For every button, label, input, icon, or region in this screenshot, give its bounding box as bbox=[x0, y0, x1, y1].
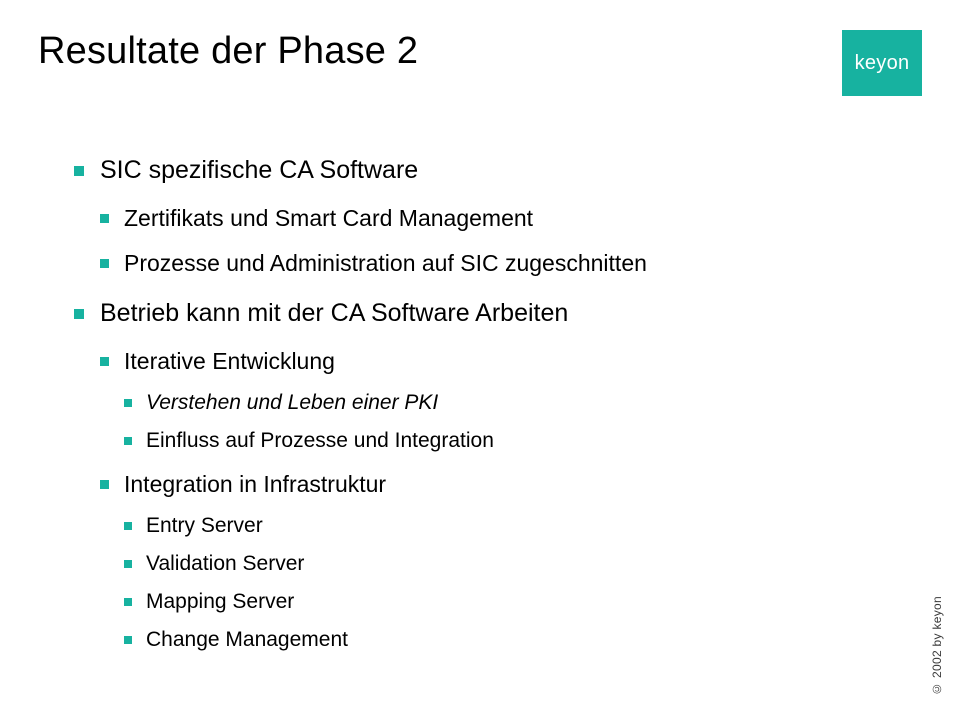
list-item: Verstehen und Leben einer PKI bbox=[124, 391, 922, 415]
list-item: Change Management bbox=[124, 628, 922, 652]
bullet-text: Betrieb kann mit der CA Software Arbeite… bbox=[100, 299, 568, 327]
list-item: Integration in Infrastruktur Entry Serve… bbox=[100, 471, 922, 652]
bullet-text: Change Management bbox=[146, 628, 348, 651]
list-item: Prozesse und Administration auf SIC zuge… bbox=[100, 250, 922, 277]
list-item: Einfluss auf Prozesse und Integration bbox=[124, 429, 922, 453]
content: SIC spezifische CA Software Zertifikats … bbox=[74, 156, 922, 652]
bullet-text: SIC spezifische CA Software bbox=[100, 156, 418, 184]
bullet-text: Prozesse und Administration auf SIC zuge… bbox=[124, 250, 647, 276]
bullet-text: Zertifikats und Smart Card Management bbox=[124, 205, 533, 231]
list-item: SIC spezifische CA Software Zertifikats … bbox=[74, 156, 922, 277]
slide-title: Resultate der Phase 2 bbox=[38, 30, 418, 73]
bullet-text: Einfluss auf Prozesse und Integration bbox=[146, 429, 494, 452]
list-item: Validation Server bbox=[124, 552, 922, 576]
bullet-text: Verstehen und Leben einer PKI bbox=[146, 391, 438, 414]
bullet-text: Integration in Infrastruktur bbox=[124, 471, 386, 497]
list-item: Mapping Server bbox=[124, 590, 922, 614]
bullet-text: Iterative Entwicklung bbox=[124, 348, 335, 374]
logo-keyon: keyon bbox=[842, 30, 922, 96]
list-item: Zertifikats und Smart Card Management bbox=[100, 205, 922, 232]
list-item: Entry Server bbox=[124, 514, 922, 538]
slide: Resultate der Phase 2 keyon SIC spezifis… bbox=[0, 0, 960, 710]
bullet-text: Validation Server bbox=[146, 552, 304, 575]
list-item: Betrieb kann mit der CA Software Arbeite… bbox=[74, 299, 922, 652]
bullet-list: SIC spezifische CA Software Zertifikats … bbox=[74, 156, 922, 652]
bullet-text: Entry Server bbox=[146, 514, 263, 537]
bullet-text: Mapping Server bbox=[146, 590, 294, 613]
list-item: Iterative Entwicklung Verstehen und Lebe… bbox=[100, 348, 922, 453]
copyright: © 2002 by keyon bbox=[930, 596, 944, 696]
header: Resultate der Phase 2 keyon bbox=[38, 30, 922, 96]
